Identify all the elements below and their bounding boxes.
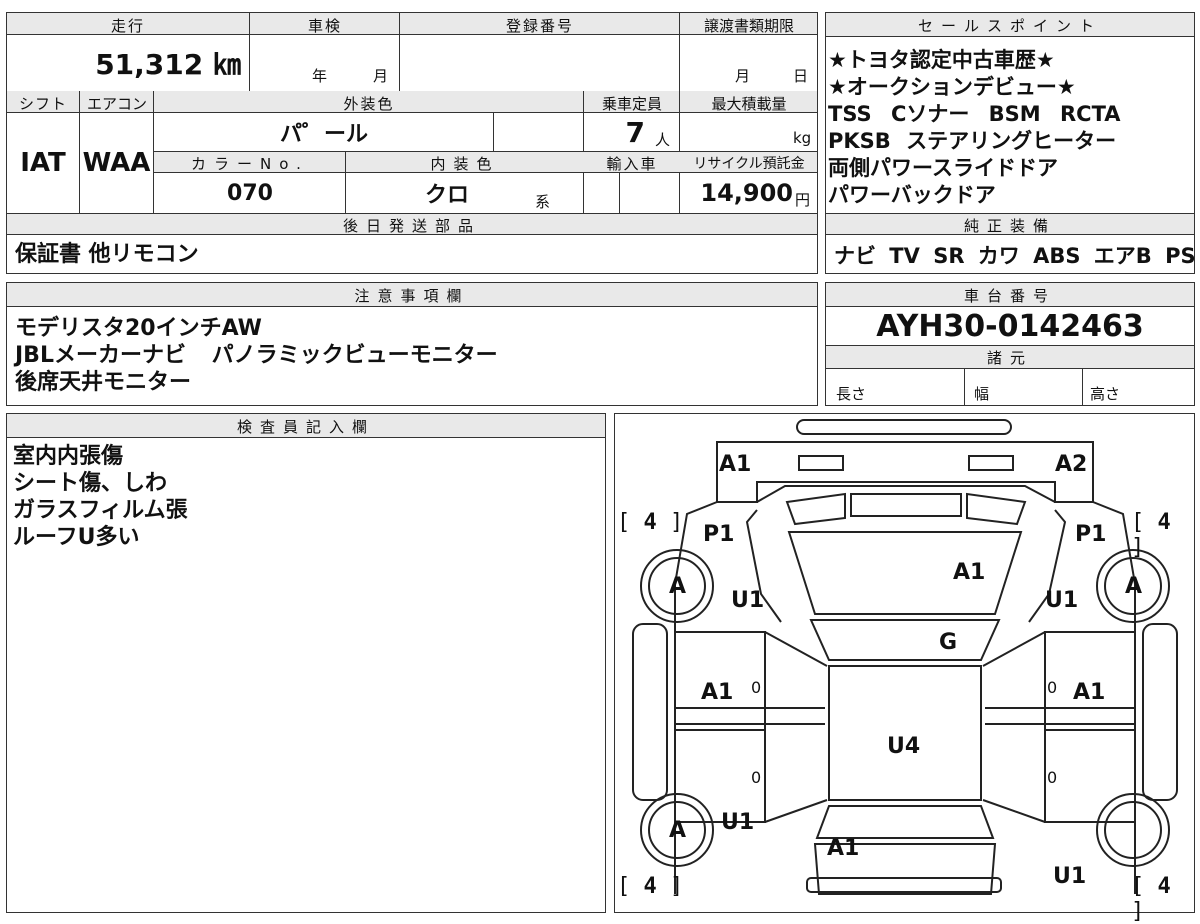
sales-line: パワーバックドア — [828, 183, 996, 207]
capacity-value: 7 — [625, 115, 645, 149]
inspector-header: 検査員記入欄 — [236, 418, 375, 436]
mark-wheel-fr: A — [1125, 574, 1143, 599]
note-line: JBLメーカーナビ パノラミックビューモニター — [15, 343, 498, 368]
aircon-label: エアコン — [86, 95, 147, 113]
transfer-deadline-label: 譲渡書類期限 — [703, 17, 794, 35]
spec-header: 諸元 — [986, 349, 1033, 367]
capacity-label: 乗車定員 — [601, 95, 662, 113]
sales-header: セールスポイント — [917, 17, 1102, 35]
sales-line: ★オークションデビュー★ — [828, 75, 1076, 99]
mark-u1-fl: U1 — [731, 588, 765, 613]
mark-u1-rl: U1 — [721, 810, 755, 835]
mark-fender-left: P1 — [703, 522, 735, 547]
color-no-label: カラーNo. — [191, 155, 309, 173]
sales-line: TSS Cソナー BSM RCTA — [828, 102, 1121, 126]
color-no-value: 070 — [227, 180, 273, 206]
capacity-unit: 人 — [655, 131, 671, 149]
note-line: モデリスタ20インチAW — [15, 316, 262, 341]
load-unit: kg — [793, 129, 812, 147]
sales-line: PKSB ステアリングヒーター — [828, 129, 1117, 153]
exterior-color-value: パ゜ール — [279, 122, 368, 147]
later-parts-label: 後日発送部品 — [342, 217, 481, 235]
height-label: 高さ — [1090, 385, 1121, 403]
equipment-list: ナビ TV SR カワ ABS エアB PS PW — [834, 244, 1200, 268]
mark-wheel-rl: A — [669, 818, 687, 843]
inspector-panel: 検査員記入欄 室内内張傷 シート傷、しわ ガラスフィルム張 ルーフU多い — [6, 413, 606, 913]
note-line: 後席天井モニター — [15, 370, 192, 395]
interior-color-value: クロ — [424, 183, 469, 208]
import-label: 輸入車 — [606, 155, 658, 173]
tire-depth-rear-left: [ 4 ] — [617, 874, 684, 899]
mark-hood: A1 — [953, 560, 986, 585]
shaken-year-unit: 年 — [312, 67, 328, 85]
mark-wheel-fl: A — [669, 574, 687, 599]
width-label: 幅 — [974, 385, 990, 403]
tire-depth-rear-right: [ 4 ] — [1131, 874, 1171, 924]
length-label: 長さ — [836, 385, 867, 403]
mark-rear: A1 — [827, 836, 860, 861]
registration-label: 登録番号 — [505, 17, 574, 35]
mark-roof: U4 — [887, 734, 921, 759]
interior-suffix: 系 — [535, 193, 551, 211]
chassis-number: AYH30-0142463 — [876, 308, 1144, 344]
mark-zero: 0 — [751, 678, 762, 697]
shaken-month-unit: 月 — [373, 67, 389, 85]
vehicle-info-table: 走行 車検 登録番号 譲渡書類期限 51,312 ㎞ 年 月 月 日 シフト エ… — [6, 12, 818, 274]
interior-color-label: 内装色 — [430, 155, 500, 173]
equipment-header: 純正装備 — [963, 217, 1056, 235]
notes-header: 注意事項欄 — [354, 287, 470, 305]
later-parts-value: 保証書 他リモコン — [15, 242, 199, 267]
transfer-month-unit: 月 — [735, 67, 751, 85]
chassis-header: 車台番号 — [963, 287, 1056, 305]
mark-windshield: G — [939, 630, 958, 655]
recycle-unit: 円 — [795, 191, 811, 209]
mileage-label: 走行 — [110, 17, 145, 35]
transfer-day-unit: 日 — [793, 67, 809, 85]
car-damage-diagram: [ 4 ] [ 4 ] [ 4 ] [ 4 ] A1 A2 P1 P1 A A … — [614, 413, 1195, 924]
mileage-value: 51,312 ㎞ — [95, 48, 241, 81]
max-load-label: 最大積載量 — [711, 95, 787, 113]
sales-line: 両側パワースライドドア — [828, 156, 1058, 180]
inspector-line: ガラスフィルム張 — [13, 498, 188, 523]
shaken-label: 車検 — [307, 17, 342, 35]
shift-value: IAT — [20, 148, 66, 178]
mark-door-left: A1 — [701, 680, 734, 705]
mark-front-right: A2 — [1055, 452, 1088, 477]
tire-depth-front-left: [ 4 ] — [617, 510, 684, 535]
mark-zero: 0 — [1047, 678, 1058, 697]
mark-fender-right: P1 — [1075, 522, 1107, 547]
mark-zero: 0 — [751, 768, 762, 787]
car-outline-drawing — [632, 419, 1178, 895]
exterior-color-label: 外装色 — [343, 95, 395, 113]
sales-points-panel: セールスポイント ★トヨタ認定中古車歴★ ★オークションデビュー★ TSS Cソ… — [825, 12, 1200, 274]
mark-front-left: A1 — [719, 452, 752, 477]
inspector-line: ルーフU多い — [13, 525, 140, 550]
notes-panel: 注意事項欄 モデリスタ20インチAW JBLメーカーナビ パノラミックビューモニ… — [6, 282, 818, 406]
chassis-panel: 車台番号 AYH30-0142463 諸元 長さ 幅 高さ — [825, 282, 1195, 406]
mark-u1-rr: U1 — [1053, 864, 1087, 889]
sales-line: ★トヨタ認定中古車歴★ — [828, 48, 1055, 72]
mark-door-right: A1 — [1073, 680, 1106, 705]
mark-u1-fr: U1 — [1045, 588, 1079, 613]
mark-zero: 0 — [1047, 768, 1058, 787]
aircon-value: WAA — [82, 148, 151, 178]
tire-depth-front-right: [ 4 ] — [1131, 510, 1171, 560]
recycle-value: 14,900 — [700, 179, 793, 207]
inspector-line: 室内内張傷 — [13, 444, 124, 469]
inspector-line: シート傷、しわ — [13, 471, 168, 496]
recycle-label: リサイクル預託金 — [693, 156, 805, 172]
shift-label: シフト — [18, 95, 67, 113]
